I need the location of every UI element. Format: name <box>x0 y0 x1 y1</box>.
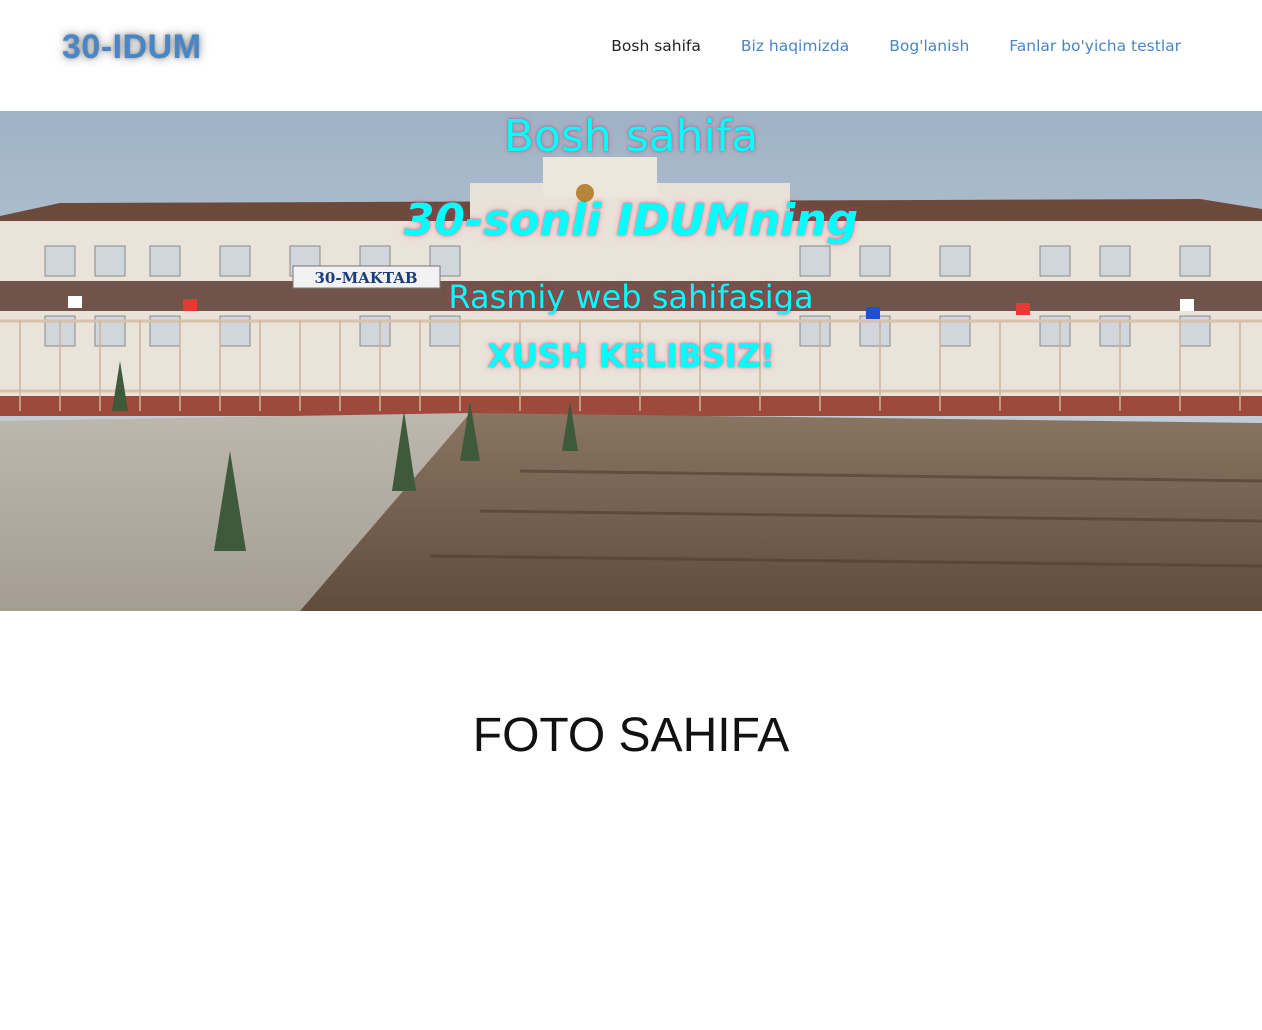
hero-text-overlay: Bosh sahifa 30-sonli IDUMning Rasmiy web… <box>0 111 1262 611</box>
nav-fanlar-testlar[interactable]: Fanlar bo'yicha testlar <box>1009 37 1181 55</box>
hero-banner: 30-MAKTAB Bosh sahifa 30-sonli IDUMning … <box>0 111 1262 611</box>
nav-bosh-sahifa[interactable]: Bosh sahifa <box>611 37 701 55</box>
section-title: FOTO SAHIFA <box>472 709 790 762</box>
site-header: 30-IDUM Bosh sahifa Biz haqimizda Bog'la… <box>0 0 1262 111</box>
hero-welcome: XUSH KELIBSIZ! <box>487 337 775 375</box>
hero-title: Bosh sahifa <box>503 111 759 162</box>
main-nav: Bosh sahifa Biz haqimizda Bog'lanish Fan… <box>611 37 1181 55</box>
hero-line-3: Rasmiy web sahifasiga <box>448 278 814 316</box>
nav-biz-haqimizda[interactable]: Biz haqimizda <box>741 37 849 55</box>
nav-boglanish[interactable]: Bog'lanish <box>889 37 969 55</box>
site-logo[interactable]: 30-IDUM <box>62 28 202 67</box>
hero-subtitle: 30-sonli IDUMning <box>403 195 859 246</box>
